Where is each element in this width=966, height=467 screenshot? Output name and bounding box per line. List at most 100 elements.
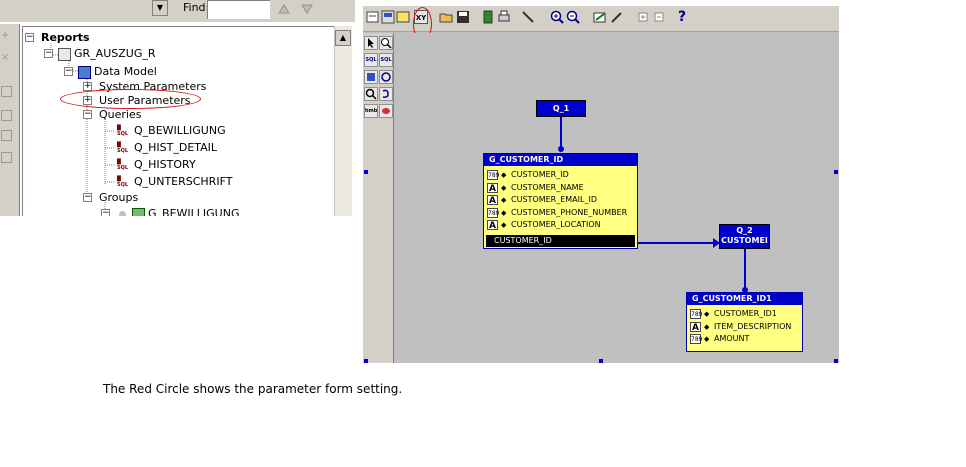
highlight-circle-user-parameters bbox=[60, 89, 201, 109]
scroll-up-icon[interactable]: ▲ bbox=[335, 30, 351, 46]
report-wizard-icon[interactable] bbox=[593, 10, 607, 24]
expand-icon[interactable] bbox=[636, 10, 650, 24]
ref-cursor-icon[interactable]: SQL bbox=[379, 53, 393, 67]
column-row[interactable]: 789 ◆ CUSTOMER_PHONE_NUMBER bbox=[484, 207, 637, 220]
tree-item-data-model[interactable]: Data Model bbox=[78, 65, 157, 79]
chevron-down-icon[interactable]: ▼ bbox=[152, 0, 168, 16]
column-row[interactable]: A ◆ ITEM_DESCRIPTION bbox=[687, 321, 802, 334]
tree-item-g-bewilligung[interactable]: G_BEWILLIGUNG bbox=[119, 207, 239, 216]
group-g-customer-id1[interactable]: G_CUSTOMER_ID1 789 ◆ CUSTOMER_ID1 A ◆ ITEM_D… bbox=[686, 292, 803, 352]
column-row[interactable]: A ◆ CUSTOMER_NAME bbox=[484, 182, 637, 195]
query-q1[interactable]: Q_1 bbox=[536, 100, 586, 117]
cross-product-icon[interactable] bbox=[379, 87, 393, 101]
edit-icon[interactable] bbox=[610, 10, 624, 24]
column-name: CUSTOMER_EMAIL_ID bbox=[511, 195, 597, 204]
arrow-icon: ◆ bbox=[501, 208, 507, 217]
data-link-line[interactable] bbox=[637, 242, 717, 244]
resize-handle[interactable] bbox=[364, 359, 368, 363]
expand-toggle-data-model[interactable]: − bbox=[64, 67, 73, 76]
link-icon[interactable] bbox=[364, 87, 378, 101]
search-next-icon[interactable] bbox=[300, 1, 314, 15]
create-icon[interactable] bbox=[1, 130, 12, 141]
cut-icon[interactable] bbox=[521, 10, 535, 24]
column-row[interactable]: 789 ◆ AMOUNT bbox=[687, 333, 802, 346]
tree-item-label: Q_UNTERSCHRIFT bbox=[134, 175, 233, 188]
selected-link-column[interactable]: CUSTOMER_ID bbox=[486, 234, 635, 247]
query2-connector bbox=[744, 249, 746, 291]
collapse-all-icon[interactable] bbox=[1, 110, 12, 121]
arrow-icon: ◆ bbox=[501, 196, 507, 204]
tree-item-q-history[interactable]: █ SQL Q_HISTORY bbox=[117, 158, 196, 172]
expand-all-icon[interactable] bbox=[1, 86, 12, 97]
sql-query-icon: █ SQL bbox=[117, 158, 129, 171]
field-icon[interactable] bbox=[396, 10, 410, 24]
expand-toggle-g-bewilligung[interactable]: − bbox=[101, 209, 110, 216]
number-type-icon: 789 bbox=[487, 170, 500, 180]
search-previous-icon[interactable] bbox=[277, 1, 291, 15]
tree-item-reports[interactable]: Reports bbox=[41, 31, 90, 44]
group-icon bbox=[119, 210, 126, 216]
text-type-icon: A bbox=[690, 321, 701, 333]
formula-icon[interactable] bbox=[379, 70, 393, 84]
placeholder-icon[interactable]: hmb bbox=[364, 104, 378, 118]
save-icon[interactable] bbox=[456, 10, 470, 24]
open-folder-icon[interactable] bbox=[439, 10, 453, 24]
resize-handle[interactable] bbox=[834, 359, 838, 363]
data-model-icon bbox=[78, 65, 91, 79]
group-icon[interactable] bbox=[381, 10, 395, 24]
report-icon bbox=[58, 47, 71, 61]
expand-toggle-reports[interactable]: − bbox=[25, 33, 34, 42]
tree-item-label: Q_HISTORY bbox=[134, 158, 196, 171]
collapse-icon[interactable] bbox=[652, 10, 666, 24]
link-dot bbox=[558, 146, 564, 152]
query-q2-subtitle: CUSTOMEI bbox=[721, 236, 768, 245]
tree-item-queries[interactable]: Queries bbox=[99, 108, 141, 121]
run-icon[interactable] bbox=[481, 10, 495, 24]
query-q2-name: Q_2 bbox=[736, 226, 753, 235]
help-icon[interactable]: ? bbox=[678, 10, 692, 24]
column-row[interactable]: A ◆ CUSTOMER_LOCATION bbox=[484, 219, 637, 232]
open-report-icon[interactable] bbox=[366, 10, 380, 24]
query-q2[interactable]: Q_2 CUSTOMEI bbox=[719, 224, 770, 249]
resize-handle[interactable] bbox=[599, 359, 603, 363]
column-row[interactable]: 789 ◆ CUSTOMER_ID bbox=[484, 169, 637, 182]
tree-item-label: G_BEWILLIGUNG bbox=[148, 207, 240, 216]
column-row[interactable]: A ◆ CUSTOMER_EMAIL_ID bbox=[484, 194, 637, 207]
find-input[interactable] bbox=[207, 0, 270, 19]
arrow-icon: ◆ bbox=[501, 221, 507, 229]
arrow-icon: ◆ bbox=[704, 322, 710, 331]
expand-toggle-report[interactable]: − bbox=[44, 49, 53, 58]
expand-toggle-queries[interactable]: − bbox=[83, 110, 92, 119]
expand-toggle-groups[interactable]: − bbox=[83, 193, 92, 202]
column-name: ITEM_DESCRIPTION bbox=[714, 321, 792, 331]
tree-item-q-unterschrift[interactable]: █ SQL Q_UNTERSCHRIFT bbox=[117, 175, 232, 189]
tree-item-groups[interactable]: Groups bbox=[99, 191, 138, 204]
tree-item-q-hist-detail[interactable]: █ SQL Q_HIST_DETAIL bbox=[117, 141, 217, 155]
zoom-out-icon[interactable] bbox=[566, 10, 580, 24]
data-link-icon[interactable] bbox=[379, 104, 393, 118]
summary-icon[interactable] bbox=[364, 70, 378, 84]
sql-query-icon[interactable]: SQL bbox=[364, 53, 378, 67]
number-type-icon: 789 bbox=[690, 309, 703, 319]
tree-scrollbar[interactable] bbox=[334, 26, 352, 216]
column-name: CUSTOMER_LOCATION bbox=[511, 220, 601, 229]
resize-handle[interactable] bbox=[364, 170, 368, 174]
arrow-icon: ◆ bbox=[501, 171, 507, 179]
tree-item-q-bewilligung[interactable]: █ SQL Q_BEWILLIGUNG bbox=[117, 124, 226, 138]
print-icon[interactable] bbox=[497, 10, 511, 24]
resize-handle[interactable] bbox=[834, 170, 838, 174]
collapse-icon[interactable]: × bbox=[1, 52, 9, 63]
arrow-icon: ◆ bbox=[704, 335, 710, 343]
column-row[interactable]: 789 ◆ CUSTOMER_ID1 bbox=[687, 308, 802, 321]
expand-icon[interactable]: + bbox=[1, 30, 9, 41]
tree-item-report[interactable]: GR_AUSZUG_R bbox=[58, 47, 155, 61]
select-icon[interactable] bbox=[364, 36, 378, 50]
zoom-in-icon[interactable] bbox=[550, 10, 564, 24]
tree-item-label: Q_BEWILLIGUNG bbox=[134, 124, 226, 137]
column-name: CUSTOMER_PHONE_NUMBER bbox=[511, 207, 628, 217]
expand-toggle-system-parameters[interactable]: + bbox=[83, 82, 92, 91]
sql-query-icon: █ SQL bbox=[117, 175, 129, 188]
magnify-icon[interactable] bbox=[379, 36, 393, 50]
delete-icon[interactable] bbox=[1, 152, 12, 163]
group-g-customer-id[interactable]: G_CUSTOMER_ID 789 ◆ CUSTOMER_ID A ◆ CUSTOMER… bbox=[483, 153, 638, 249]
